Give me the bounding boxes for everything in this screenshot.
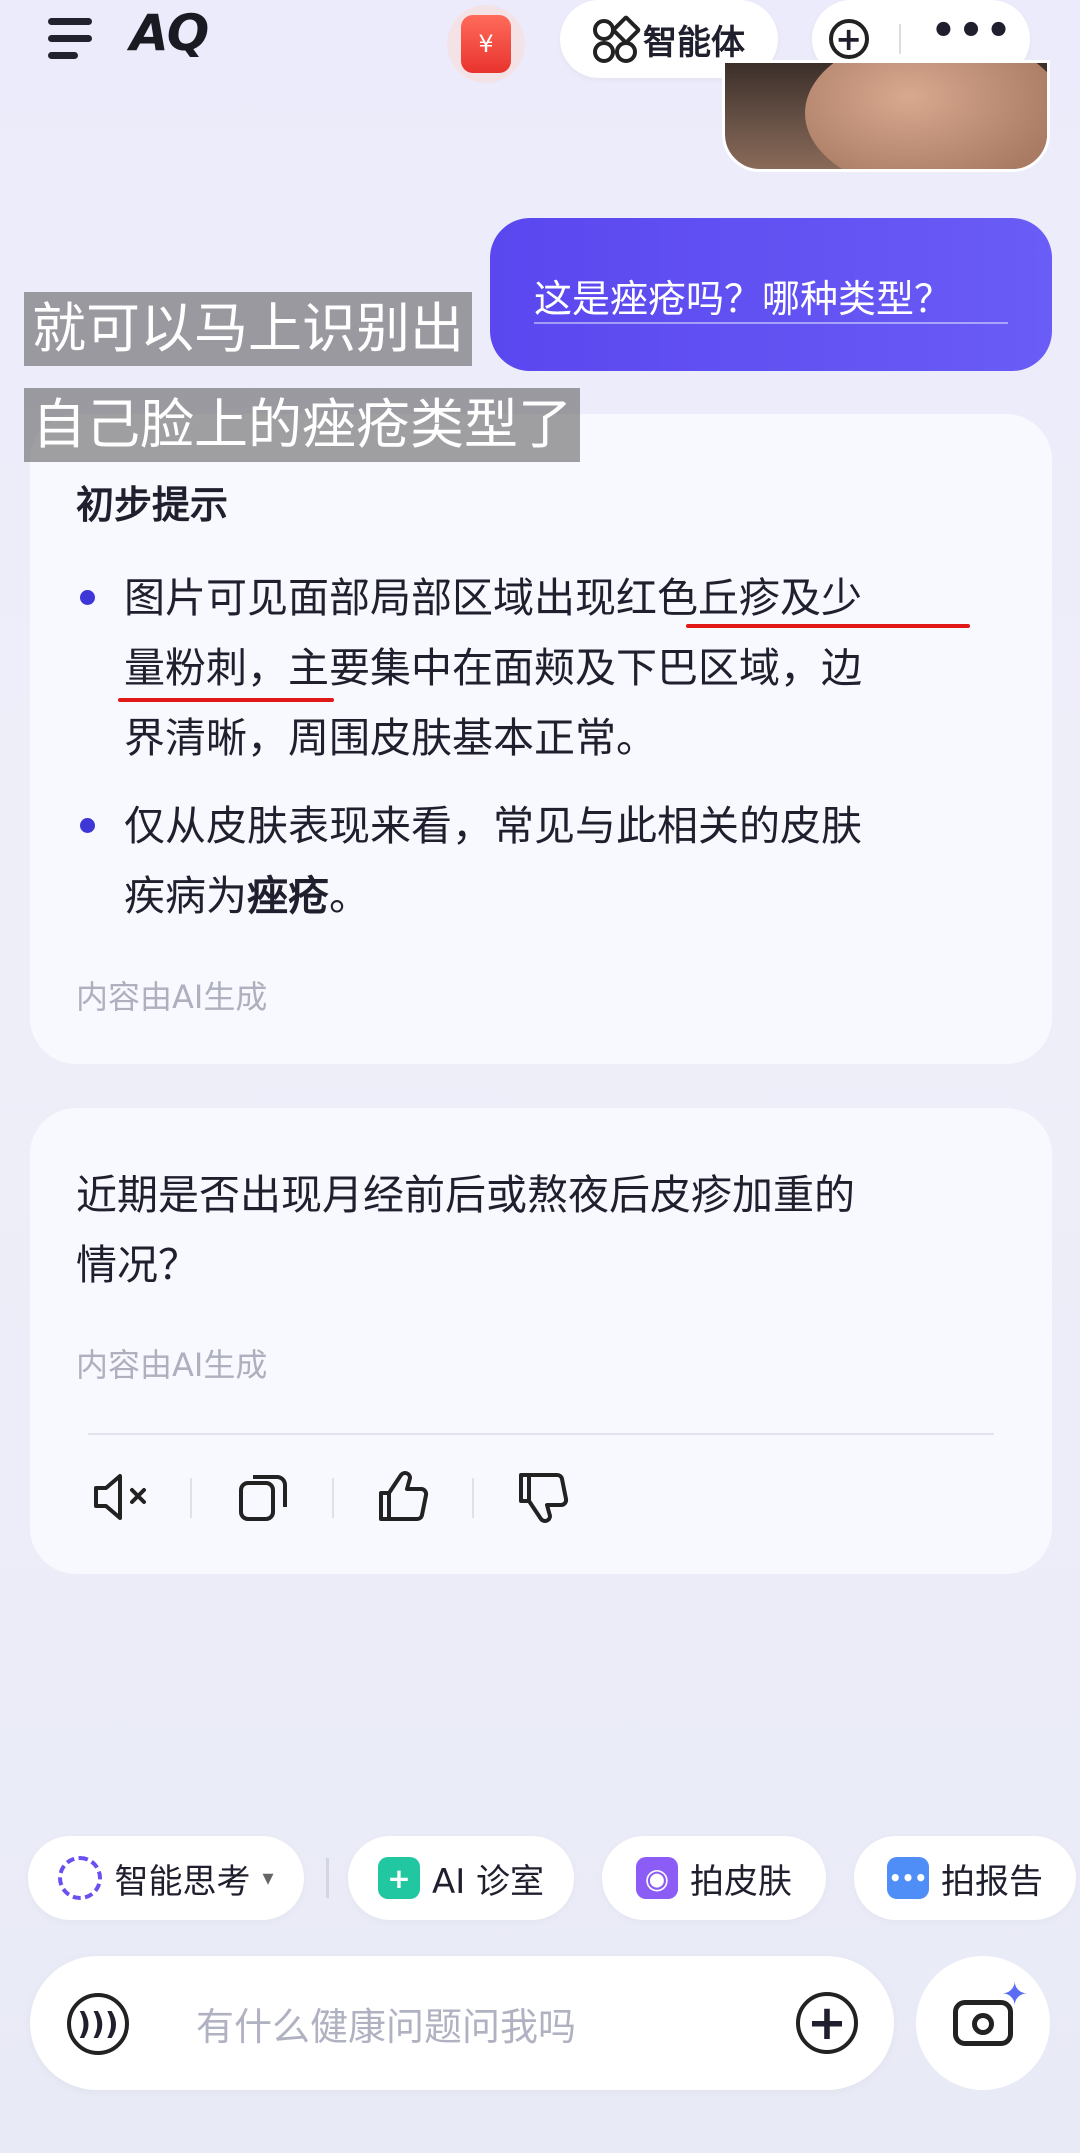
video-caption-line1: 就可以马上识别出 (24, 292, 472, 366)
report-photo-chip[interactable]: ••• 拍报告 (854, 1836, 1076, 1920)
skin-photo-chip[interactable]: ◉ 拍皮肤 (602, 1836, 826, 1920)
user-message-bubble: 这是痤疮吗？哪种类型？ (490, 218, 1052, 371)
highlight-underline (118, 698, 334, 702)
app-logo: AQ (130, 4, 209, 62)
divider (88, 1433, 994, 1435)
thumbs-down-icon[interactable] (508, 1462, 578, 1532)
bullet1-line1: 图片可见面部局部区域出现红色丘疹及少 (124, 574, 862, 622)
agent-grid-icon (593, 14, 642, 63)
bullet2-line1: 仅从皮肤表现来看，常见与此相关的皮肤 (124, 802, 862, 850)
ai-generated-note: 内容由AI生成 (76, 1346, 268, 1384)
reply-title: 初步提示 (76, 483, 229, 527)
ai-generated-note: 内容由AI生成 (76, 978, 268, 1016)
voice-wave-icon: ))) (67, 1993, 129, 2055)
camera-icon: ◉ (636, 1857, 678, 1899)
report-photo-label: 拍报告 (941, 1861, 1043, 1902)
deep-think-icon (58, 1856, 103, 1900)
clinic-plus-icon: + (377, 1857, 420, 1899)
skin-photo-label: 拍皮肤 (690, 1861, 792, 1902)
new-chat-icon[interactable]: + (828, 19, 869, 59)
document-icon: ••• (887, 1857, 929, 1899)
ai-clinic-chip[interactable]: + AI 诊室 (348, 1836, 574, 1920)
deep-think-chip[interactable]: 智能思考 ▾ (28, 1836, 304, 1920)
mute-icon[interactable] (86, 1462, 156, 1532)
bullet1-line3: 界清晰，周围皮肤基本正常。 (124, 714, 657, 762)
followup-line2: 情况？ (76, 1241, 199, 1289)
followup-line1: 近期是否出现月经前后或熬夜后皮疹加重的 (76, 1171, 855, 1219)
bold-diagnosis: 痤疮 (247, 872, 329, 920)
menu-icon[interactable] (48, 18, 98, 62)
red-packet-symbol: ¥ (461, 15, 511, 73)
user-message-text: 这是痤疮吗？哪种类型？ (534, 277, 953, 321)
deep-think-label: 智能思考 (114, 1861, 251, 1902)
more-icon[interactable]: ••• (931, 11, 1014, 51)
video-caption-line2: 自己脸上的痤疮类型了 (24, 388, 580, 462)
voice-input-button[interactable]: ))) (50, 1976, 146, 2072)
bullet-dot (80, 590, 95, 605)
bullet-dot (80, 818, 95, 833)
copy-icon[interactable] (228, 1462, 298, 1532)
highlight-underline (686, 624, 970, 628)
chevron-down-icon: ▾ (262, 1865, 274, 1891)
uploaded-face-photo[interactable] (722, 60, 1050, 172)
chat-input[interactable]: 有什么健康问题问我吗 (196, 1996, 576, 2051)
thumbs-up-icon[interactable] (368, 1462, 438, 1532)
camera-button[interactable]: ✦ (916, 1956, 1050, 2090)
ai-clinic-label: AI 诊室 (431, 1861, 545, 1902)
red-packet-icon[interactable]: ¥ (447, 5, 525, 83)
chip-separator (326, 1858, 329, 1898)
bullet2-line2: 疾病为痤疮。 (124, 872, 370, 920)
add-attachment-icon[interactable]: + (796, 1992, 858, 2054)
bullet1-line2: 量粉刺，主要集中在面颊及下巴区域，边 (124, 644, 862, 692)
agent-label: 智能体 (643, 22, 745, 63)
sparkle-icon: ✦ (1001, 1975, 1028, 2013)
